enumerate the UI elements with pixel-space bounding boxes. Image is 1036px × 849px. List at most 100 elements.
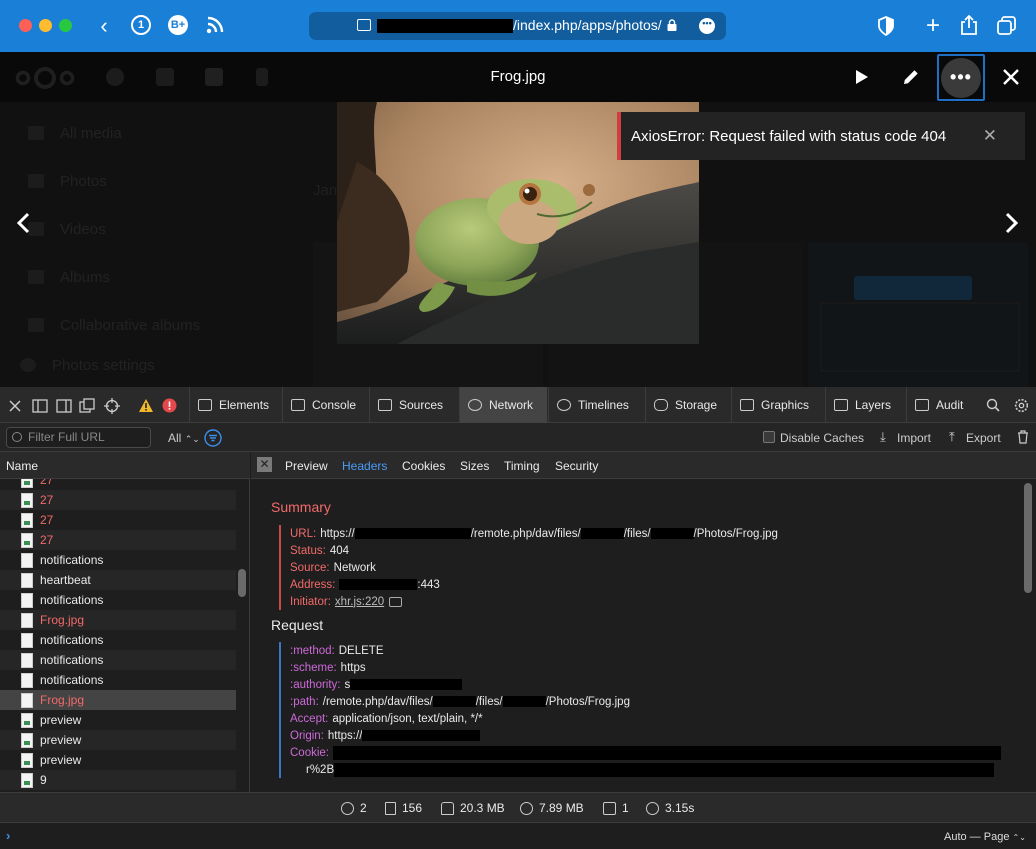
tab-label: Elements xyxy=(219,398,270,412)
browser-toolbar: ‹ 1 B+ /index.php/apps/photos/ ••• + xyxy=(0,0,1036,52)
viewer-actions-button[interactable]: ••• xyxy=(937,54,985,101)
document-icon xyxy=(385,801,396,815)
next-arrow-icon[interactable] xyxy=(1005,212,1019,234)
export-button[interactable]: Export xyxy=(966,431,1001,445)
tab-cookies[interactable]: Cookies xyxy=(402,459,445,473)
request-row[interactable]: notifications xyxy=(0,550,236,570)
tab-security[interactable]: Security xyxy=(555,459,598,473)
disable-caches-checkbox[interactable] xyxy=(763,431,775,443)
reveal-source-icon[interactable] xyxy=(389,596,403,607)
import-button[interactable]: Import xyxy=(897,431,931,445)
request-list-scrollbar[interactable] xyxy=(238,569,246,597)
document-file-icon xyxy=(21,612,33,628)
tab-headers[interactable]: Headers xyxy=(342,459,387,473)
request-row[interactable]: preview xyxy=(0,750,236,770)
detail-scrollbar[interactable] xyxy=(1024,483,1032,593)
time-stat: 3.15s xyxy=(646,801,694,815)
tab-timing[interactable]: Timing xyxy=(504,459,540,473)
tab-layers[interactable]: Layers xyxy=(825,387,905,423)
previous-arrow-icon[interactable] xyxy=(16,212,30,234)
console-prompt-bar[interactable]: › Auto — Page ⌃⌄ xyxy=(0,822,1036,849)
request-row[interactable]: 27 xyxy=(0,510,236,530)
initiator-link[interactable]: xhr.js:220 xyxy=(335,596,384,608)
resources-stat: 156 xyxy=(385,801,422,815)
tab-preview[interactable]: Preview xyxy=(285,459,328,473)
share-icon[interactable] xyxy=(960,14,978,36)
console-prompt-icon: › xyxy=(6,828,11,843)
tab-console[interactable]: Console xyxy=(282,387,368,423)
scheme-key: :scheme: xyxy=(290,661,337,674)
origin-value: https:// xyxy=(327,729,363,742)
request-row[interactable]: heartbeat xyxy=(0,570,236,590)
request-row[interactable]: notifications xyxy=(0,650,236,670)
tab-overview-icon[interactable] xyxy=(997,16,1017,36)
warning-icon[interactable] xyxy=(138,398,154,413)
extension-badge-icon[interactable]: B+ xyxy=(168,15,188,35)
tab-sizes[interactable]: Sizes xyxy=(460,459,489,473)
request-row[interactable]: Frog.jpg xyxy=(0,610,236,630)
image-file-icon xyxy=(21,492,33,508)
clear-trash-icon[interactable] xyxy=(1017,430,1029,444)
search-icon[interactable] xyxy=(986,398,1000,412)
request-row[interactable]: notifications xyxy=(0,670,236,690)
close-inspector-icon[interactable] xyxy=(9,400,21,412)
close-viewer-icon[interactable] xyxy=(1003,69,1019,85)
requests-stat: 1 xyxy=(603,801,629,815)
tab-network[interactable]: Network xyxy=(459,387,547,423)
tab-graphics[interactable]: Graphics xyxy=(731,387,824,423)
edit-pencil-icon[interactable] xyxy=(902,68,920,86)
filter-url-input[interactable]: Filter Full URL xyxy=(6,427,151,448)
password-extension-icon[interactable]: 1 xyxy=(131,15,151,35)
dock-left-icon[interactable] xyxy=(32,399,48,413)
filter-placeholder: Filter Full URL xyxy=(28,430,105,444)
zoom-window-button[interactable] xyxy=(59,19,72,32)
filter-options-icon[interactable] xyxy=(204,429,222,447)
more-actions-icon: ••• xyxy=(941,57,981,98)
element-picker-icon[interactable] xyxy=(104,398,120,414)
redacted-block xyxy=(350,679,463,690)
request-row[interactable]: preview xyxy=(0,730,236,750)
execution-context-select[interactable]: Auto — Page ⌃⌄ xyxy=(944,831,1026,843)
tab-timelines[interactable]: Timelines xyxy=(548,387,644,423)
request-name: Frog.jpg xyxy=(40,693,85,707)
tab-storage[interactable]: Storage xyxy=(645,387,730,423)
request-name: heartbeat xyxy=(40,573,91,587)
request-row[interactable]: preview xyxy=(0,710,236,730)
tab-sources[interactable]: Sources xyxy=(369,387,458,423)
header-row: :path: /remote.php/dav/files/ /files/ /P… xyxy=(290,693,1001,710)
request-row[interactable]: notifications xyxy=(0,590,236,610)
play-slideshow-icon[interactable] xyxy=(855,69,869,85)
summary-address-row: Address::443 xyxy=(290,576,778,593)
back-icon[interactable]: ‹ xyxy=(92,14,116,38)
request-list: 27 27 27 27 notifications heartbeat notificati… xyxy=(0,479,250,792)
tab-audit[interactable]: Audit xyxy=(906,387,979,423)
document-file-icon xyxy=(21,632,33,648)
url-text: /index.php/apps/photos/ xyxy=(513,17,662,33)
request-name: notifications xyxy=(40,673,104,687)
dismiss-toast-icon[interactable]: ✕ xyxy=(983,126,997,146)
request-row[interactable]: Frog.jpg xyxy=(0,690,236,710)
page-menu-icon[interactable]: ••• xyxy=(699,18,715,34)
detach-window-icon[interactable] xyxy=(79,398,95,414)
minimize-window-button[interactable] xyxy=(39,19,52,32)
error-icon[interactable] xyxy=(162,398,177,413)
tab-elements[interactable]: Elements xyxy=(189,387,277,423)
settings-gear-icon[interactable] xyxy=(1014,398,1029,413)
privacy-shield-icon[interactable] xyxy=(877,16,895,36)
request-row[interactable]: notifications xyxy=(0,630,236,650)
rss-icon[interactable] xyxy=(206,16,224,34)
new-tab-icon[interactable]: + xyxy=(921,14,945,38)
authority-key: :authority: xyxy=(290,678,341,691)
close-detail-icon[interactable]: ✕ xyxy=(257,457,272,472)
dock-right-icon[interactable] xyxy=(56,399,72,413)
scheme-value: https xyxy=(340,661,366,674)
path-part: /files/ xyxy=(475,695,503,708)
request-row[interactable]: 27 xyxy=(0,530,236,550)
request-row[interactable]: 9 xyxy=(0,770,236,790)
request-row[interactable]: 27 xyxy=(0,479,236,490)
address-bar[interactable]: /index.php/apps/photos/ ••• xyxy=(309,12,726,40)
resource-type-select[interactable]: All ⌃⌄ xyxy=(168,431,200,445)
request-row[interactable]: 27 xyxy=(0,490,236,510)
name-column-header[interactable]: Name xyxy=(0,452,250,479)
close-window-button[interactable] xyxy=(19,19,32,32)
